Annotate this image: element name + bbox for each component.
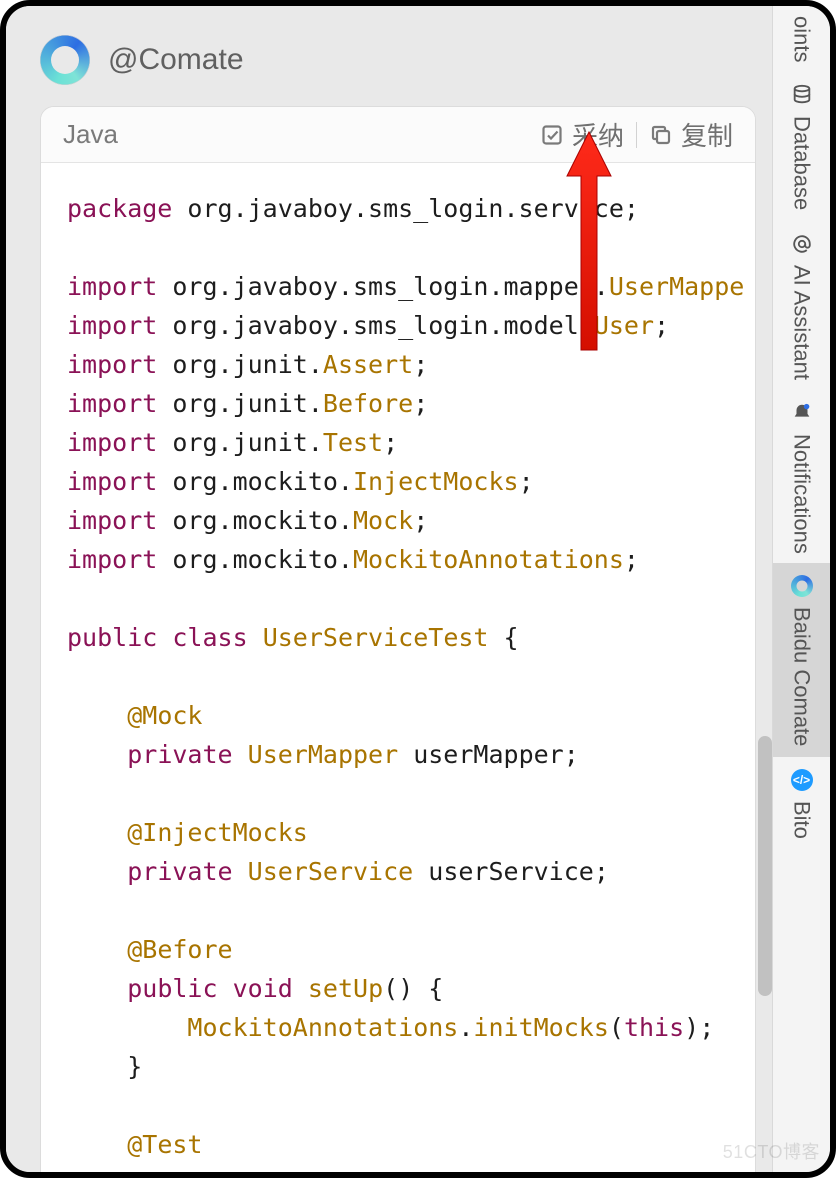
at-icon — [789, 231, 815, 257]
strip-label: oints — [789, 16, 815, 62]
adopt-label: 采纳 — [572, 116, 624, 153]
bito-icon: </> — [789, 767, 815, 793]
database-icon — [789, 82, 815, 108]
strip-item-bito[interactable]: </> Bito — [773, 757, 830, 849]
strip-label: Database — [789, 116, 815, 210]
strip-item-database[interactable]: Database — [773, 72, 830, 220]
action-divider — [636, 122, 637, 148]
code-card-header: Java 采纳 复制 — [41, 107, 755, 163]
chat-sender-name: @Comate — [108, 43, 244, 77]
strip-label: Baidu Comate — [789, 607, 815, 746]
copy-label: 复制 — [681, 116, 733, 153]
strip-item-breakpoints[interactable]: oints — [773, 6, 830, 72]
code-content[interactable]: package org.javaboy.sms_login.service; i… — [41, 163, 755, 1178]
chat-header: @Comate — [24, 24, 772, 96]
code-card: Java 采纳 复制 package org.javaboy.sms_login… — [40, 106, 756, 1178]
scrollbar-thumb[interactable] — [758, 736, 772, 996]
strip-item-baidu-comate[interactable]: Baidu Comate — [773, 563, 830, 756]
comate-mini-icon — [789, 573, 815, 599]
strip-label: Bito — [789, 801, 815, 839]
strip-item-ai-assistant[interactable]: AI Assistant — [773, 221, 830, 390]
bell-icon — [789, 400, 815, 426]
strip-item-notifications[interactable]: Notifications — [773, 390, 830, 564]
code-language-label: Java — [63, 119, 540, 150]
strip-label: Notifications — [789, 434, 815, 554]
check-square-icon — [540, 123, 564, 147]
copy-button[interactable]: 复制 — [649, 116, 733, 153]
adopt-button[interactable]: 采纳 — [540, 116, 624, 153]
copy-icon — [649, 123, 673, 147]
right-tool-strip: oints Database AI Assistant Notification… — [772, 6, 830, 1172]
watermark: 51CTO博客 — [723, 1138, 820, 1164]
strip-label: AI Assistant — [789, 265, 815, 380]
comate-logo-icon — [40, 35, 90, 85]
